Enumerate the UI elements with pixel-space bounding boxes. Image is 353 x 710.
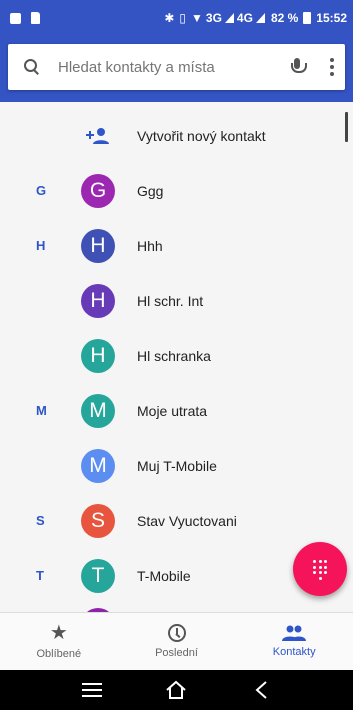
contact-row[interactable]: G G Ggg: [0, 163, 353, 218]
contact-name: Hl schranka: [137, 347, 211, 364]
contact-row[interactable]: S S Stav Vyuctovani: [0, 493, 353, 548]
wifi-icon: ▼: [191, 11, 203, 25]
people-icon: [282, 625, 307, 641]
contact-name: T-Mobile: [137, 567, 191, 584]
tab-label: Oblíbené: [36, 648, 82, 660]
section-letter: S: [36, 513, 45, 528]
tab-label: Kontakty: [272, 646, 316, 658]
battery-percent: 82 %: [270, 11, 299, 25]
section-letter: T: [36, 568, 44, 583]
battery-icon: [303, 12, 312, 24]
menu-button[interactable]: [77, 675, 107, 705]
search-input[interactable]: [58, 58, 287, 76]
dialpad-icon: [313, 560, 327, 580]
bottom-tab-bar: ★ Oblíbené Poslední Kontakty: [0, 612, 353, 670]
contact-row[interactable]: M Muj T-Mobile: [0, 438, 353, 493]
contact-name: Moje utrata: [137, 402, 208, 419]
back-icon: [255, 681, 267, 699]
menu-icon: [82, 683, 103, 697]
dialpad-button[interactable]: [293, 542, 347, 596]
contact-name: Stav Vyuctovani: [137, 512, 237, 529]
more-options-icon[interactable]: [329, 58, 335, 76]
tab-recents[interactable]: Poslední: [118, 613, 236, 670]
sd-card-icon: [31, 12, 40, 24]
add-person-icon: [86, 127, 109, 144]
back-button[interactable]: [246, 675, 276, 705]
star-icon: ★: [49, 622, 68, 644]
create-contact-row[interactable]: Vytvořit nový kontakt: [0, 108, 353, 163]
vibrate-icon: ▯: [179, 11, 187, 25]
tab-contacts[interactable]: Kontakty: [235, 613, 353, 670]
bluetooth-icon: ✱: [164, 11, 175, 25]
avatar: G: [81, 173, 115, 208]
signal-icon-2: [255, 12, 265, 23]
contact-name: Hl schr. Int: [137, 292, 204, 309]
home-button[interactable]: [161, 675, 191, 705]
system-nav-bar: [0, 670, 353, 710]
tab-favorites[interactable]: ★ Oblíbené: [0, 613, 118, 670]
contact-row[interactable]: H Hl schr. Int: [0, 273, 353, 328]
status-bar: ✱ ▯ ▼ 3G 4G 82 % 15:52: [0, 0, 353, 36]
avatar: M: [81, 448, 115, 483]
contact-row[interactable]: H H Hhh: [0, 218, 353, 273]
search-bar[interactable]: [8, 44, 345, 90]
section-letter: G: [36, 183, 47, 198]
avatar: H: [81, 283, 115, 318]
search-icon[interactable]: [22, 57, 42, 77]
contacts-list[interactable]: Vytvořit nový kontakt G G Ggg H H Hhh H …: [0, 102, 353, 612]
contact-name: Hhh: [137, 237, 163, 254]
avatar: H: [81, 228, 115, 263]
avatar: M: [81, 393, 115, 428]
app-header: ✱ ▯ ▼ 3G 4G 82 % 15:52: [0, 0, 353, 102]
network-type-2: 4G: [236, 11, 253, 25]
clock-icon: [167, 624, 186, 642]
contact-row[interactable]: H Hl schranka: [0, 328, 353, 383]
section-letter: M: [36, 403, 47, 418]
contact-row[interactable]: M M Moje utrata: [0, 383, 353, 438]
contact-name: Muj T-Mobile: [137, 457, 217, 474]
network-type-1: 3G: [205, 11, 222, 25]
home-icon: [166, 680, 187, 699]
gallery-notification-icon: [10, 12, 21, 24]
clock-time: 15:52: [316, 11, 347, 25]
microphone-icon[interactable]: [287, 56, 307, 78]
avatar: S: [81, 503, 115, 538]
contact-name: Ggg: [137, 182, 164, 199]
avatar: T: [81, 558, 115, 593]
avatar: H: [81, 338, 115, 373]
signal-icon: [224, 12, 234, 23]
create-contact-label: Vytvořit nový kontakt: [137, 127, 266, 144]
section-letter: H: [36, 238, 46, 253]
tab-label: Poslední: [155, 647, 198, 659]
